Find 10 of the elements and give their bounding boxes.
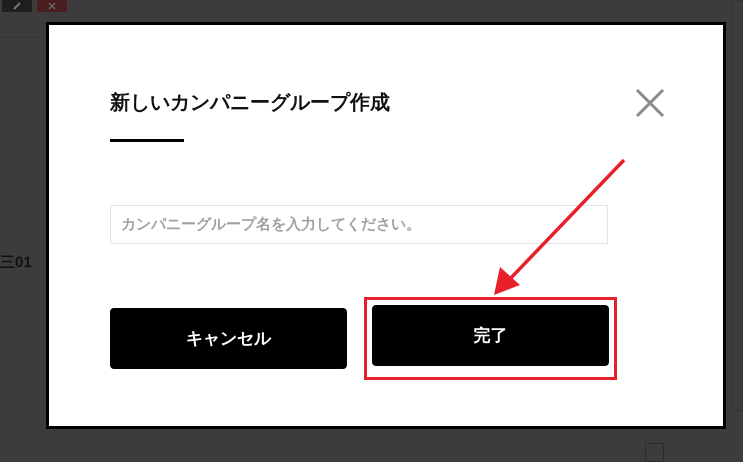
close-button[interactable] bbox=[634, 87, 666, 119]
group-name-field[interactable]: カンパニーグループ名を入力してください。 bbox=[110, 205, 608, 244]
pencil-icon bbox=[13, 2, 21, 10]
edit-button[interactable] bbox=[2, 0, 32, 12]
close-icon bbox=[48, 2, 56, 10]
dialog-title: 新しいカンパニーグループ作成 bbox=[110, 90, 390, 116]
delete-button[interactable] bbox=[37, 0, 67, 12]
cancel-button[interactable]: キャンセル bbox=[110, 308, 347, 369]
close-icon bbox=[635, 88, 665, 118]
done-button[interactable]: 完了 bbox=[372, 305, 609, 366]
